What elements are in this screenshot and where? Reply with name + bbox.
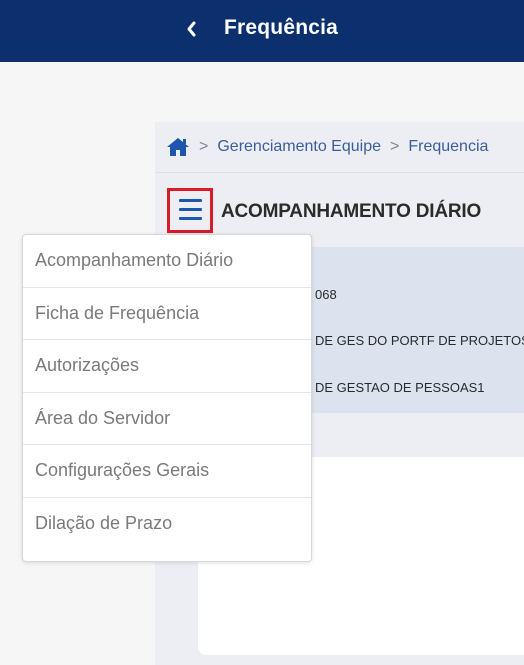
menu-item-area-do-servidor[interactable]: Área do Servidor (23, 393, 311, 445)
menu-bar (179, 199, 202, 202)
info-line: DE GESTAO DE PESSOAS1 (315, 380, 485, 395)
menu-item-acompanhamento-diario[interactable]: Acompanhamento Diário (23, 235, 311, 288)
breadcrumb-separator: > (390, 138, 400, 155)
info-line: 068 (315, 287, 337, 302)
info-line: DE GES DO PORTF DE PROJETOS (315, 333, 524, 348)
breadcrumb: > Gerenciamento Equipe > Frequencia (155, 122, 524, 173)
hamburger-menu-button[interactable] (167, 188, 213, 233)
menu-item-autorizacoes[interactable]: Autorizações (23, 340, 311, 393)
menu-bar (179, 217, 202, 220)
breadcrumb-separator: > (199, 138, 209, 155)
breadcrumb-gerenciamento-equipe[interactable]: Gerenciamento Equipe (217, 138, 381, 156)
chevron-left-icon[interactable] (184, 19, 200, 39)
menu-item-configuracoes-gerais[interactable]: Configurações Gerais (23, 445, 311, 498)
menu-bar (179, 208, 202, 211)
navigation-dropdown-menu: Acompanhamento Diário Ficha de Frequênci… (22, 234, 312, 562)
page-title: ACOMPANHAMENTO DIÁRIO (221, 201, 482, 222)
app-bar-title: Frequência (224, 16, 339, 39)
menu-item-ficha-de-frequencia[interactable]: Ficha de Frequência (23, 288, 311, 340)
top-app-bar: Frequência (0, 0, 524, 62)
menu-item-dilacao-de-prazo[interactable]: Dilação de Prazo (23, 498, 311, 551)
breadcrumb-frequencia[interactable]: Frequencia (408, 138, 488, 156)
home-icon[interactable] (166, 136, 190, 158)
